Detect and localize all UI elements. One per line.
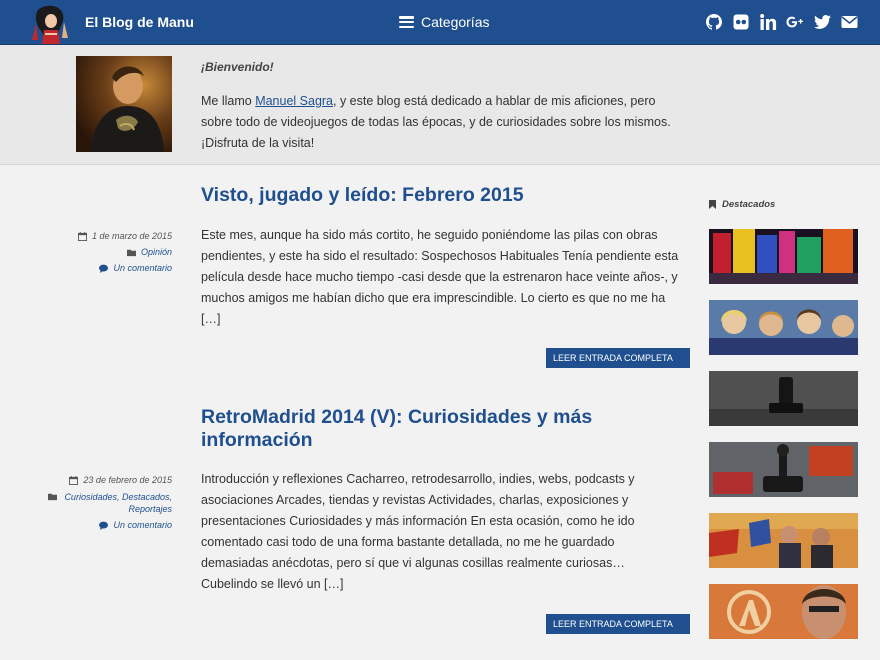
bookmark-icon — [709, 200, 716, 209]
read-more-button[interactable]: LEER ENTRADA COMPLETA — [546, 348, 690, 368]
post-comments: Un comentario — [42, 263, 172, 274]
featured-thumbnail[interactable] — [709, 513, 858, 568]
post-meta: 23 de febrero de 2015 Curiosidades, Dest… — [42, 475, 172, 536]
welcome-text: Me llamo Manuel Sagra, y este blog está … — [201, 91, 671, 154]
featured-heading: Destacados — [709, 199, 775, 210]
category-links[interactable]: Curiosidades, Destacados, Reportajes — [62, 491, 172, 515]
post-title[interactable]: Visto, jugado y leído: Febrero 2015 — [201, 184, 641, 207]
comments-link[interactable]: Un comentario — [113, 520, 172, 531]
featured-thumbnail[interactable] — [709, 584, 858, 639]
post-categories: Curiosidades, Destacados, Reportajes — [42, 491, 172, 515]
twitter-icon[interactable] — [813, 13, 831, 31]
featured-heading-text: Destacados — [722, 199, 776, 210]
site-logo[interactable] — [30, 4, 70, 45]
calendar-icon — [77, 232, 87, 241]
calendar-icon — [69, 476, 79, 485]
categories-menu-button[interactable]: Categorías — [399, 14, 489, 30]
email-icon[interactable] — [840, 13, 858, 31]
welcome-text-intro: Me llamo — [201, 94, 256, 108]
featured-thumbnail[interactable] — [709, 655, 858, 660]
featured-thumbnail[interactable] — [709, 442, 858, 497]
social-links — [705, 13, 858, 31]
featured-thumbnail[interactable] — [709, 300, 858, 355]
comment-icon — [99, 264, 109, 273]
categories-label: Categorías — [421, 14, 490, 30]
post-date-text: 1 de marzo de 2015 — [91, 231, 172, 241]
github-icon[interactable] — [705, 13, 723, 31]
post-excerpt: Introducción y reflexiones Cacharreo, re… — [201, 472, 635, 591]
post-comments: Un comentario — [42, 520, 172, 531]
welcome-banner: ¡Bienvenido! Me llamo Manuel Sagra, y es… — [0, 45, 880, 165]
featured-thumbnail[interactable] — [709, 229, 858, 284]
hamburger-icon — [399, 16, 414, 28]
site-title[interactable]: El Blog de Manu — [85, 14, 194, 30]
post-date: 1 de marzo de 2015 — [42, 231, 172, 242]
post-categories: Opinión — [42, 247, 172, 258]
google-plus-icon[interactable] — [786, 13, 804, 31]
comment-icon — [99, 521, 109, 530]
post-meta: 1 de marzo de 2015 Opinión Un comentario — [42, 231, 172, 279]
post-title[interactable]: RetroMadrid 2014 (V): Curiosidades y más… — [201, 406, 641, 452]
featured-thumbnail[interactable] — [709, 371, 858, 426]
post-excerpt: Este mes, aunque ha sido más cortito, he… — [201, 228, 679, 326]
folder-icon — [126, 249, 136, 257]
category-link[interactable]: Opinión — [141, 247, 172, 258]
read-more-button[interactable]: LEER ENTRADA COMPLETA — [546, 614, 690, 634]
author-avatar — [76, 56, 172, 152]
post-date-text: 23 de febrero de 2015 — [83, 475, 172, 485]
post-date: 23 de febrero de 2015 — [42, 475, 172, 486]
comments-link[interactable]: Un comentario — [113, 263, 172, 274]
welcome-heading: ¡Bienvenido! — [201, 60, 274, 74]
author-link[interactable]: Manuel Sagra — [255, 94, 333, 108]
folder-icon — [48, 493, 57, 501]
flickr-icon[interactable] — [732, 13, 750, 31]
linkedin-icon[interactable] — [759, 13, 777, 31]
top-navbar: El Blog de Manu Categorías — [0, 0, 880, 45]
